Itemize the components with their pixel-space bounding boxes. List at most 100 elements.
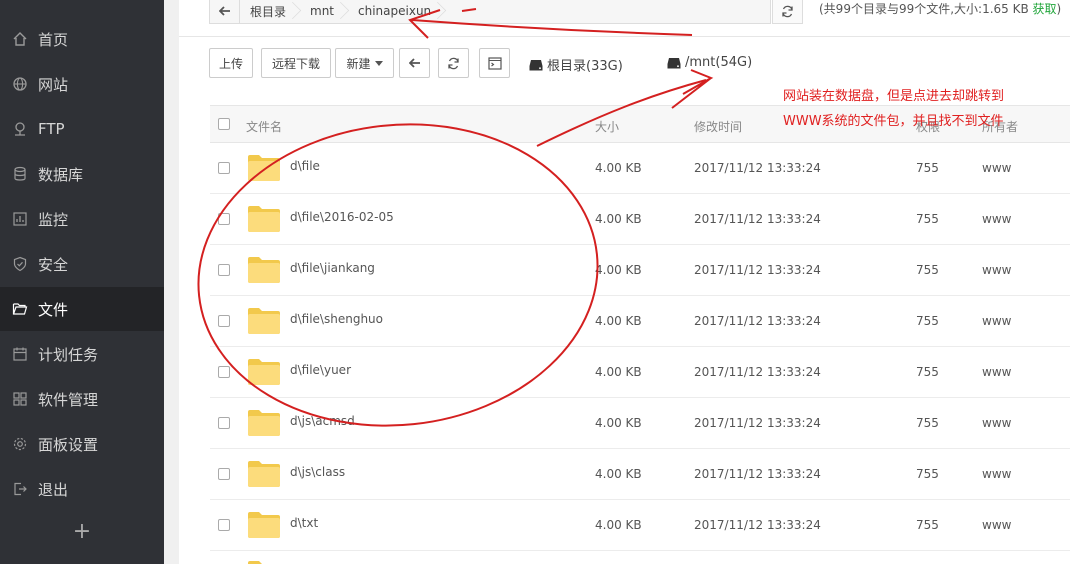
file-perm[interactable]: 755	[916, 467, 939, 481]
sidebar-item-database[interactable]: 数据库	[0, 152, 164, 196]
sidebar-item-label: 首页	[38, 30, 69, 49]
file-name[interactable]: d\file\yuer	[290, 363, 351, 377]
upload-button[interactable]: 上传	[209, 48, 253, 78]
sidebar-item-monitor[interactable]: 监控	[0, 197, 164, 241]
sidebar-item-software[interactable]: 软件管理	[0, 377, 164, 421]
sidebar-item-ftp[interactable]: FTP	[0, 107, 164, 151]
refresh-icon	[782, 5, 793, 17]
file-perm[interactable]: 755	[916, 416, 939, 430]
sidebar-item-label: 监控	[38, 210, 69, 229]
header-size[interactable]: 大小	[595, 118, 619, 135]
file-size: 4.00 KB	[595, 467, 642, 481]
sidebar-item-settings[interactable]: 面板设置	[0, 422, 164, 466]
file-name[interactable]: d\file	[290, 159, 320, 173]
divider	[179, 36, 1070, 37]
table-row[interactable]: d\file\2016-02-05 4.00 KB 2017/11/12 13:…	[210, 194, 1070, 245]
sidebar-item-label: 退出	[38, 480, 69, 499]
file-owner[interactable]: www	[982, 314, 1011, 328]
file-name[interactable]: d\js\class	[290, 465, 345, 479]
table-row[interactable]: d\file 4.00 KB 2017/11/12 13:33:24 755 w…	[210, 143, 1070, 194]
get-size-link[interactable]: 获取	[1033, 2, 1057, 16]
file-mtime: 2017/11/12 13:33:24	[694, 263, 821, 277]
terminal-button[interactable]	[479, 48, 510, 78]
file-perm[interactable]: 755	[916, 365, 939, 379]
remote-download-button[interactable]: 远程下载	[261, 48, 331, 78]
sidebar-item-home[interactable]: 首页	[0, 17, 164, 61]
add-shortcut-button[interactable]: +	[0, 511, 164, 551]
sidebar-item-cron[interactable]: 计划任务	[0, 332, 164, 376]
sidebar-item-logout[interactable]: 退出	[0, 467, 164, 511]
sidebar-item-files[interactable]: 文件	[0, 287, 164, 331]
table-row[interactable]: d\js\class 4.00 KB 2017/11/12 13:33:24 7…	[210, 449, 1070, 500]
file-name[interactable]: d\txt	[290, 516, 318, 530]
back-button[interactable]	[399, 48, 430, 78]
file-perm[interactable]: 755	[916, 263, 939, 277]
sidebar-item-label: 计划任务	[38, 345, 99, 364]
refresh-button[interactable]	[438, 48, 469, 78]
file-owner[interactable]: www	[982, 416, 1011, 430]
table-row[interactable]: d\txt 4.00 KB 2017/11/12 13:33:24 755 ww…	[210, 500, 1070, 551]
disk-root-label: 根目录(33G)	[547, 59, 623, 74]
globe-icon	[11, 75, 29, 93]
table-row[interactable]	[210, 551, 1070, 564]
file-size: 4.00 KB	[595, 263, 642, 277]
file-panel: 根目录 mnt chinapeixun (共99个目录与99个文件,大小:1.6…	[179, 0, 1070, 564]
file-size: 4.00 KB	[595, 212, 642, 226]
disk-mnt-label: /mnt(54G)	[685, 55, 753, 70]
file-perm[interactable]: 755	[916, 518, 939, 532]
file-owner[interactable]: www	[982, 263, 1011, 277]
header-name[interactable]: 文件名	[246, 118, 282, 135]
breadcrumb-root[interactable]: 根目录	[240, 0, 300, 23]
file-name[interactable]: d\js\acmsd	[290, 414, 355, 428]
breadcrumb-mnt[interactable]: mnt	[300, 0, 348, 23]
sidebar-item-label: 数据库	[38, 165, 84, 184]
database-icon	[11, 165, 29, 183]
header-mtime[interactable]: 修改时间	[694, 118, 742, 135]
row-checkbox[interactable]	[218, 264, 230, 276]
file-owner[interactable]: www	[982, 212, 1011, 226]
directory-summary: (共99个目录与99个文件,大小:1.65 KB 获取)	[819, 0, 1061, 17]
row-checkbox[interactable]	[218, 417, 230, 429]
file-perm[interactable]: 755	[916, 314, 939, 328]
sidebar-item-label: 面板设置	[38, 435, 99, 454]
path-refresh-button[interactable]	[772, 0, 803, 24]
folder-icon	[248, 359, 280, 385]
table-row[interactable]: d\js\acmsd 4.00 KB 2017/11/12 13:33:24 7…	[210, 398, 1070, 449]
gear-icon	[11, 435, 29, 453]
select-all-checkbox[interactable]	[218, 118, 230, 130]
home-icon	[11, 30, 29, 48]
sidebar-item-label: 软件管理	[38, 390, 99, 409]
disk-mnt[interactable]: /mnt(54G)	[667, 55, 752, 70]
folder-icon	[248, 206, 280, 232]
row-checkbox[interactable]	[218, 315, 230, 327]
file-name[interactable]: d\file\2016-02-05	[290, 210, 394, 224]
row-checkbox[interactable]	[218, 366, 230, 378]
row-checkbox[interactable]	[218, 213, 230, 225]
file-owner[interactable]: www	[982, 518, 1011, 532]
folder-icon	[248, 410, 280, 436]
row-checkbox[interactable]	[218, 468, 230, 480]
sidebar-item-website[interactable]: 网站	[0, 62, 164, 106]
file-perm[interactable]: 755	[916, 212, 939, 226]
table-row[interactable]: d\file\shenghuo 4.00 KB 2017/11/12 13:33…	[210, 296, 1070, 347]
file-name[interactable]: d\file\jiankang	[290, 261, 375, 275]
annotation-line: 网站装在数据盘，但是点进去却跳转到	[783, 89, 1005, 104]
monitor-icon	[11, 210, 29, 228]
breadcrumb-chinapeixun[interactable]: chinapeixun	[348, 0, 445, 23]
row-checkbox[interactable]	[218, 162, 230, 174]
logout-icon	[11, 480, 29, 498]
folder-icon	[248, 308, 280, 334]
file-owner[interactable]: www	[982, 161, 1011, 175]
file-perm[interactable]: 755	[916, 161, 939, 175]
table-row[interactable]: d\file\yuer 4.00 KB 2017/11/12 13:33:24 …	[210, 347, 1070, 398]
file-owner[interactable]: www	[982, 365, 1011, 379]
path-back-button[interactable]	[210, 0, 240, 23]
disk-root[interactable]: 根目录(33G)	[529, 55, 623, 74]
row-checkbox[interactable]	[218, 519, 230, 531]
sidebar-item-security[interactable]: 安全	[0, 242, 164, 286]
sidebar-item-label: 安全	[38, 255, 69, 274]
table-row[interactable]: d\file\jiankang 4.00 KB 2017/11/12 13:33…	[210, 245, 1070, 296]
new-dropdown-button[interactable]: 新建	[335, 48, 394, 78]
file-name[interactable]: d\file\shenghuo	[290, 312, 383, 326]
file-owner[interactable]: www	[982, 467, 1011, 481]
